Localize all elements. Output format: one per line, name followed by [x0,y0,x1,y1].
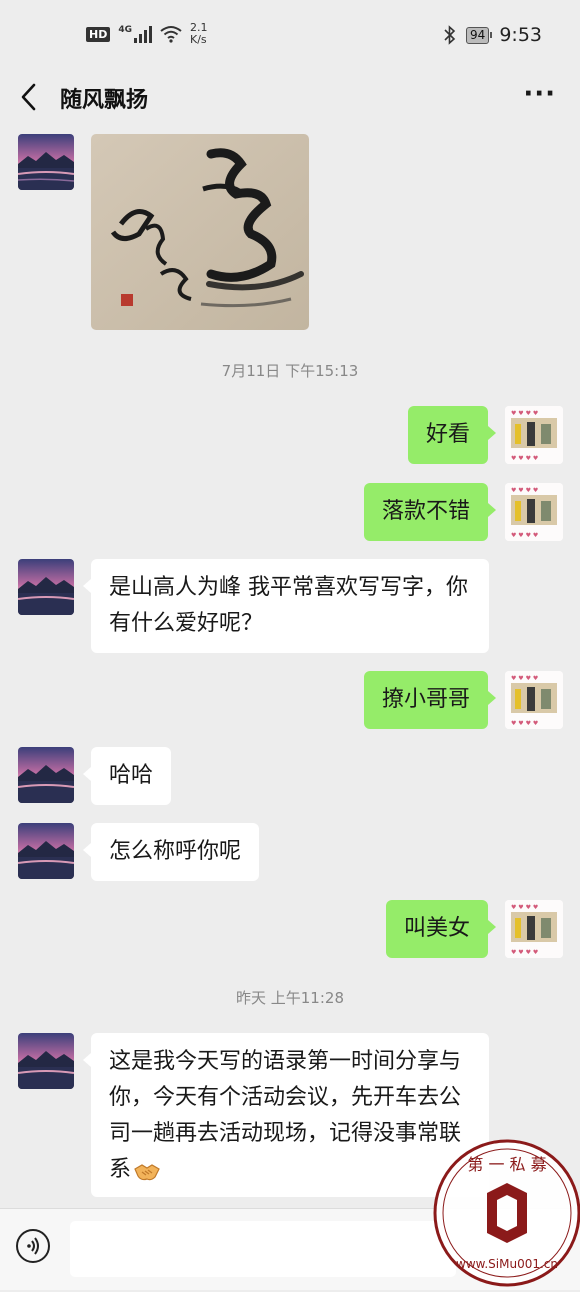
voice-icon[interactable] [16,1229,50,1263]
my-avatar[interactable]: ♥ ♥ ♥ ♥ ♥ ♥ ♥ ♥ [505,483,563,541]
watermark-seal: 第 一 私 募 www.SiMu001.cn [432,1138,580,1288]
incoming-message-bubble[interactable]: 怎么称呼你呢 [82,823,260,881]
status-bar: HD 4G 2.1 K/s 94 9:53 [0,0,580,70]
signal-icon [134,25,152,43]
message-timestamp: 昨天 上午11:28 [236,989,344,1007]
net-speed: 2.1 K/s [190,22,208,46]
chevron-left-icon[interactable] [18,82,42,112]
incoming-message-bubble[interactable]: 是山高人为峰 我平常喜欢写写字，你有什么爱好呢？ [83,559,489,653]
battery-icon: 94 [466,26,493,44]
contact-avatar[interactable] [18,747,74,803]
svg-text:♥ ♥ ♥ ♥: ♥ ♥ ♥ ♥ [511,410,538,417]
network-type: 4G [118,25,132,35]
watermark-top-text: 第 一 私 募 [467,1155,546,1174]
svg-text:♥ ♥ ♥ ♥: ♥ ♥ ♥ ♥ [511,949,538,956]
landscape-avatar-image [18,134,74,190]
svg-text:♥ ♥ ♥ ♥: ♥ ♥ ♥ ♥ [511,455,538,462]
chat-header: 随风飘扬 ··· [0,70,580,128]
incoming-message-bubble[interactable]: 哈哈 [82,747,172,805]
outgoing-message-bubble[interactable]: 好看 [407,406,497,464]
calligraphy-image[interactable] [91,134,309,330]
landscape-avatar-image [18,559,74,615]
incoming-message-bubble[interactable]: 这是我今天写的语录第一时间分享与你，今天有个活动会议，先开车去公司一趟再去活动现… [83,1033,489,1197]
clock: 9:53 [499,24,542,46]
contact-avatar[interactable] [18,1033,74,1089]
svg-text:♥ ♥ ♥ ♥: ♥ ♥ ♥ ♥ [511,532,538,539]
chat-area[interactable]: 7月11日 下午15:13 好看 ♥ ♥ ♥ ♥ ♥ ♥ ♥ ♥ 落款不错 ♥ … [0,128,580,1208]
net-speed-unit: K/s [190,33,207,46]
wifi-icon [160,26,182,43]
chat-title: 随风飘扬 [60,88,149,113]
my-avatar[interactable]: ♥ ♥ ♥ ♥ ♥ ♥ ♥ ♥ [505,406,563,464]
my-avatar-image: ♥ ♥ ♥ ♥ ♥ ♥ ♥ ♥ [505,406,563,464]
status-left: HD 4G 2.1 K/s [86,22,208,46]
hd-badge: HD [86,26,111,42]
my-avatar-image: ♥ ♥ ♥ ♥ ♥ ♥ ♥ ♥ [505,483,563,541]
contact-avatar[interactable] [18,559,74,615]
handshake-emoji [133,1159,161,1181]
outgoing-message-bubble[interactable]: 叫美女 [385,900,497,958]
my-avatar[interactable]: ♥ ♥ ♥ ♥ ♥ ♥ ♥ ♥ [505,900,563,958]
svg-text:♥ ♥ ♥ ♥: ♥ ♥ ♥ ♥ [511,487,538,494]
contact-avatar[interactable] [18,134,74,190]
contact-avatar[interactable] [18,823,74,879]
outgoing-message-bubble[interactable]: 落款不错 [363,483,497,541]
svg-text:♥ ♥ ♥ ♥: ♥ ♥ ♥ ♥ [511,904,538,911]
watermark-bottom-text: www.SiMu001.cn [456,1257,558,1271]
bluetooth-icon [444,25,456,45]
landscape-avatar-image [18,1033,74,1089]
message-input[interactable] [70,1221,456,1277]
outgoing-message-bubble[interactable]: 撩小哥哥 [363,671,497,729]
status-right: 94 9:53 [444,24,542,46]
message-text: 这是我今天写的语录第一时间分享与你，今天有个活动会议，先开车去公司一趟再去活动现… [109,1049,462,1182]
my-avatar-image: ♥ ♥ ♥ ♥ ♥ ♥ ♥ ♥ [505,671,563,729]
svg-text:♥ ♥ ♥ ♥: ♥ ♥ ♥ ♥ [511,675,538,682]
svg-text:♥ ♥ ♥ ♥: ♥ ♥ ♥ ♥ [511,720,538,727]
landscape-avatar-image [18,823,74,879]
more-dots-icon[interactable]: ··· [523,81,556,107]
my-avatar-image: ♥ ♥ ♥ ♥ ♥ ♥ ♥ ♥ [505,900,563,958]
message-timestamp: 7月11日 下午15:13 [221,362,359,380]
landscape-avatar-image [18,747,74,803]
my-avatar[interactable]: ♥ ♥ ♥ ♥ ♥ ♥ ♥ ♥ [505,671,563,729]
